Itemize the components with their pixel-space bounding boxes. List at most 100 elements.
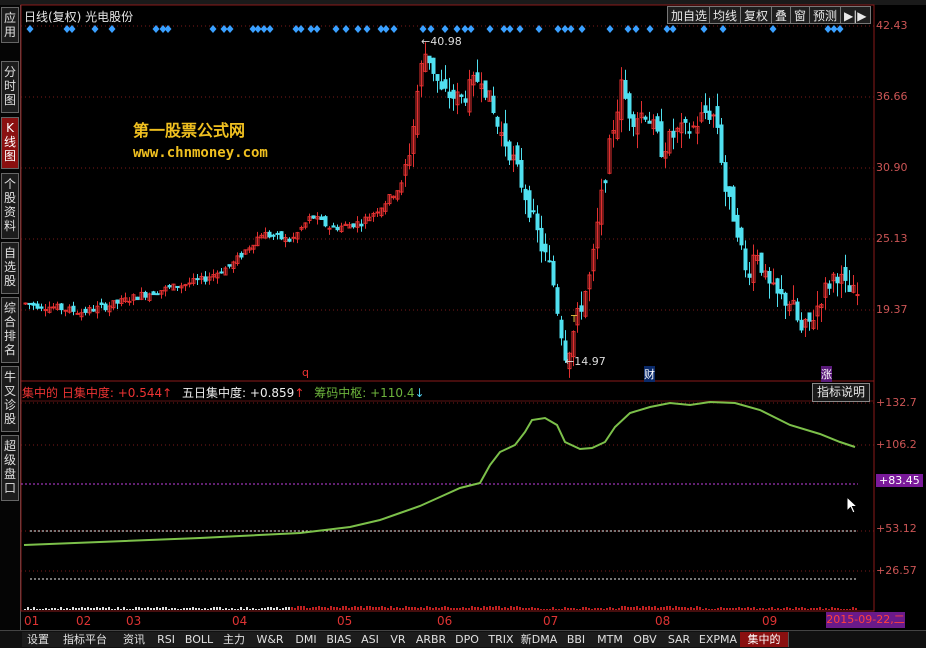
indicator-bar bbox=[603, 609, 605, 610]
candle-body bbox=[167, 285, 172, 288]
bottom-tab-16[interactable]: MTM bbox=[592, 632, 629, 647]
indicator-bar bbox=[537, 608, 539, 610]
bottom-tab-1[interactable]: 指标平台 bbox=[54, 632, 117, 647]
event-diamond-icon bbox=[209, 25, 217, 33]
indicator-bar bbox=[174, 608, 176, 610]
candle-body bbox=[555, 287, 560, 314]
indicator-5day-label: 五日集中度: bbox=[182, 386, 247, 400]
event-mark-limitup[interactable]: 涨 bbox=[821, 366, 832, 382]
event-diamond-icon bbox=[441, 25, 449, 33]
event-diamond-icon bbox=[453, 25, 461, 33]
bottom-tab-19[interactable]: EXPMA bbox=[696, 632, 741, 647]
indicator-bar bbox=[276, 607, 278, 610]
indicator-bar bbox=[765, 609, 767, 610]
indicator-bar bbox=[123, 607, 125, 610]
candle-body bbox=[783, 292, 788, 306]
indicator-bar bbox=[24, 609, 26, 610]
indicator-explain-button[interactable]: 指标说明 bbox=[812, 383, 870, 402]
candle-body bbox=[63, 309, 68, 312]
bottom-tab-18[interactable]: SAR bbox=[662, 632, 697, 647]
indicator-bar bbox=[261, 608, 263, 610]
bottom-tab-6[interactable]: W&R bbox=[250, 632, 291, 647]
event-mark-finance[interactable]: 财 bbox=[644, 366, 655, 382]
indicator-bar bbox=[48, 609, 50, 610]
indicator-bar bbox=[201, 609, 203, 610]
bottom-tab-4[interactable]: BOLL bbox=[180, 632, 219, 647]
indicator-center-value: +110.4 bbox=[370, 386, 415, 400]
indicator-bar bbox=[552, 607, 554, 610]
event-diamond-icon bbox=[461, 25, 469, 33]
indicator-bar bbox=[420, 607, 422, 610]
play-button[interactable]: ▶|▶ bbox=[840, 6, 871, 24]
low-price-marker: ←14.97 bbox=[565, 355, 606, 368]
candle-body bbox=[495, 116, 500, 127]
moving-average-button[interactable]: 均线 bbox=[709, 6, 742, 24]
indicator-bar bbox=[837, 608, 839, 610]
bottom-tab-14[interactable]: 新DMA bbox=[518, 632, 561, 647]
indicator-bar bbox=[129, 609, 131, 610]
indicator-bar bbox=[753, 607, 755, 610]
bottom-tab-3[interactable]: RSI bbox=[152, 632, 181, 647]
indicator-bar bbox=[444, 606, 446, 610]
indicator-bar bbox=[549, 609, 551, 610]
indicator-bar bbox=[846, 609, 848, 610]
bottom-tab-20[interactable]: 集中的 bbox=[740, 632, 789, 647]
overlay-button[interactable]: 叠 bbox=[771, 6, 792, 24]
indicator-bar bbox=[573, 608, 575, 610]
indicator-bar bbox=[426, 606, 428, 610]
event-mark-t[interactable]: T bbox=[571, 314, 577, 325]
candle-body bbox=[775, 278, 780, 294]
bottom-tab-10[interactable]: VR bbox=[384, 632, 413, 647]
indicator-bar bbox=[246, 607, 248, 610]
indicator-bar bbox=[402, 608, 404, 610]
bottom-tab-2[interactable]: 资讯 bbox=[116, 632, 153, 647]
indicator-bar bbox=[492, 607, 494, 610]
candle-body bbox=[195, 278, 200, 281]
bottom-tab-8[interactable]: BIAS bbox=[322, 632, 357, 647]
bottom-tab-12[interactable]: DPO bbox=[450, 632, 485, 647]
kline-chart[interactable] bbox=[0, 0, 926, 647]
indicator-header: 集中的 日集中度: +0.544↑ 五日集中度: +0.859↑ 筹码中枢: +… bbox=[22, 384, 425, 401]
forecast-button[interactable]: 预测 bbox=[809, 6, 842, 24]
indicator-bar bbox=[660, 607, 662, 610]
bottom-tab-17[interactable]: OBV bbox=[628, 632, 663, 647]
event-diamond-icon bbox=[561, 25, 569, 33]
bottom-tab-15[interactable]: BBI bbox=[560, 632, 593, 647]
window-button[interactable]: 窗 bbox=[790, 6, 811, 24]
indicator-bar bbox=[45, 608, 47, 610]
indicator-bar bbox=[645, 607, 647, 610]
indicator-bar bbox=[693, 608, 695, 610]
indicator-bar bbox=[759, 608, 761, 610]
indicator-bar bbox=[744, 608, 746, 610]
indicator-bar bbox=[480, 608, 482, 610]
indicator-bar bbox=[525, 608, 527, 610]
indicator-bar bbox=[168, 609, 170, 610]
indicator-bar bbox=[738, 607, 740, 610]
candle-body bbox=[767, 270, 772, 284]
indicator-bar bbox=[222, 609, 224, 610]
event-diamond-icon bbox=[297, 25, 305, 33]
indicator-bar bbox=[39, 609, 41, 610]
indicator-bar bbox=[87, 607, 89, 610]
indicator-bar bbox=[795, 607, 797, 610]
indicator-center-label: 筹码中枢: bbox=[314, 386, 367, 400]
bottom-tab-5[interactable]: 主力 bbox=[218, 632, 251, 647]
adjust-button[interactable]: 复权 bbox=[740, 6, 773, 24]
indicator-bar bbox=[75, 608, 77, 610]
chip-center-line bbox=[23, 400, 856, 546]
indicator-bar bbox=[204, 608, 206, 610]
event-mark-q[interactable]: q bbox=[302, 366, 309, 379]
indicator-bar bbox=[588, 608, 590, 610]
bottom-tab-0[interactable]: 设置 bbox=[22, 632, 55, 647]
add-watchlist-button[interactable]: 加自选 bbox=[667, 6, 712, 24]
candle-body bbox=[743, 248, 748, 271]
indicator-bar bbox=[366, 606, 368, 610]
indicator-bar bbox=[327, 608, 329, 610]
event-diamond-icon bbox=[506, 25, 514, 33]
candle-body bbox=[151, 291, 156, 296]
indicator-bar bbox=[756, 609, 758, 610]
bottom-tab-7[interactable]: DMI bbox=[290, 632, 323, 647]
bottom-tab-13[interactable]: TRIX bbox=[484, 632, 519, 647]
bottom-tab-9[interactable]: ASI bbox=[356, 632, 385, 647]
bottom-tab-11[interactable]: ARBR bbox=[412, 632, 451, 647]
